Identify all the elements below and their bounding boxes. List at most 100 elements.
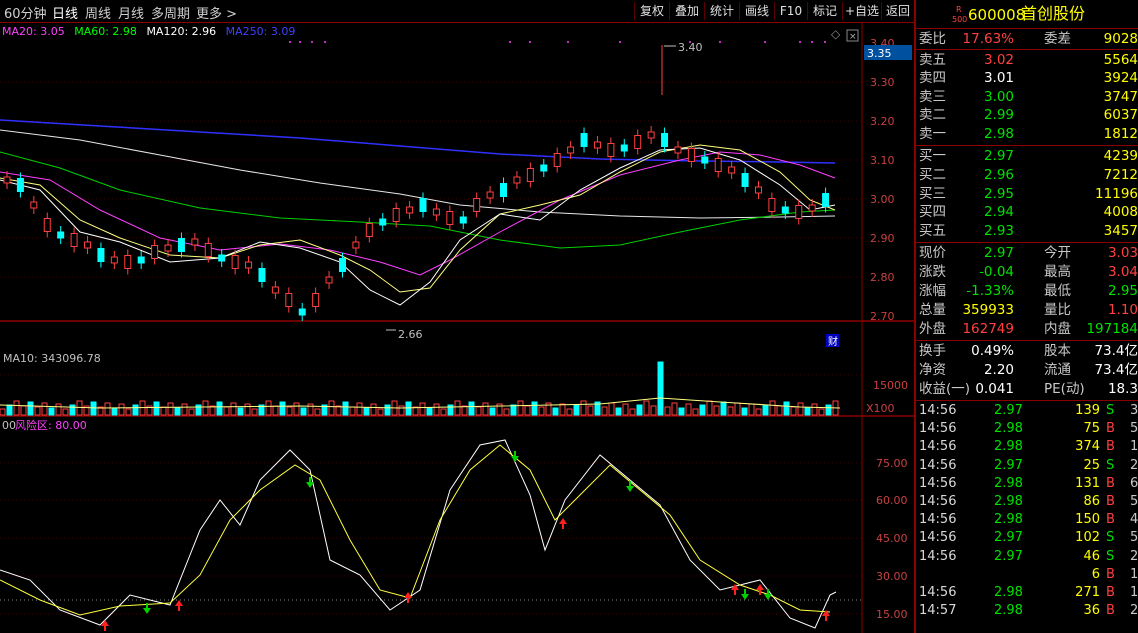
period-monthly-tab[interactable]: 月线 (118, 3, 144, 22)
bid-row-2[interactable]: 买二 2.96 7212 (916, 166, 1138, 184)
volume-bar (475, 406, 482, 416)
ask-label: 卖四 (919, 70, 946, 86)
f10-button[interactable]: F10 (774, 2, 807, 20)
stat-value: -1.33% (966, 283, 1014, 299)
ask-price: 2.99 (983, 107, 1014, 123)
candle-body (84, 241, 92, 249)
chevron-right-icon: > (222, 7, 238, 22)
kline-chart[interactable]: 3.40 3.30 3.20 3.10 3.00 2.90 2.80 2.70 … (0, 22, 914, 633)
volume-bar (0, 408, 6, 416)
bid-price: 2.97 (983, 148, 1014, 164)
add-favorite-button[interactable]: +自选 (842, 2, 881, 20)
bid-row-3[interactable]: 买三 2.95 11196 (916, 185, 1138, 203)
volume-bar (300, 407, 307, 416)
volume-bar (62, 408, 69, 416)
ma10-line (0, 144, 836, 293)
volume-bar (797, 402, 804, 416)
ask-volume: 1812 (1103, 126, 1138, 142)
tick-count: 5 (1130, 494, 1138, 509)
tick-time: 14:56 (919, 512, 957, 528)
chart-toolbar: 60分钟 日线 周线 月线 多周期 更多 > 复权 叠加 统计 画线 F10 标… (0, 0, 914, 23)
sell-arrows (143, 451, 772, 614)
volume-bar (104, 402, 111, 416)
volume-bar (573, 404, 580, 416)
candle-body (741, 173, 749, 187)
tick-row: 14:56 2.98 75 B 5 (916, 420, 1138, 438)
candle-body (473, 198, 481, 212)
volume-bar (13, 400, 20, 416)
candle-body (312, 293, 320, 307)
stock-code: 600008 (968, 6, 1026, 24)
volume-bar (230, 402, 237, 416)
volume-bar (328, 400, 335, 416)
ask-label: 卖二 (919, 107, 946, 123)
ask-row-5[interactable]: 卖五 3.02 5564 (916, 51, 1138, 69)
drawing-button[interactable]: 画线 (739, 2, 774, 20)
overlay-button[interactable]: 叠加 (669, 2, 704, 20)
tick-count: 2 (1130, 603, 1138, 619)
volume-bar (692, 408, 699, 416)
volume-bar (202, 400, 209, 416)
indicator-tick: 60.00 (876, 494, 908, 507)
multi-period-tab[interactable]: 多周期 (151, 3, 190, 22)
back-button[interactable]: 返回 (881, 2, 914, 20)
bid-price: 2.94 (983, 204, 1014, 220)
diamond-icon[interactable]: ◇ (831, 27, 841, 41)
tick-row: 14:56 2.98 271 B 15 (916, 584, 1138, 602)
candle-body (338, 258, 346, 272)
volume-bar (727, 406, 734, 416)
stat-label: 换手 (919, 343, 946, 359)
ask-price: 3.00 (983, 89, 1014, 105)
tick-row: 6B1 (916, 566, 1138, 584)
stat2-row: 净资 2.20 流通 73.4亿 (916, 361, 1138, 379)
stat2-row: 收益(一) 0.041 PE(动) 18.3 (916, 380, 1138, 398)
stat-label: 涨幅 (919, 283, 946, 299)
tick-time: 14:56 (919, 439, 957, 455)
candle-body (191, 238, 199, 246)
candles (3, 126, 830, 321)
bid-label: 买二 (919, 167, 946, 183)
signal-dots (289, 41, 826, 43)
tick-volume: 86 (1083, 494, 1100, 509)
more-menu[interactable]: 更多 > (196, 3, 237, 22)
candle-body (687, 148, 695, 162)
volume-unit: X100 (866, 402, 895, 415)
ask-row-1[interactable]: 卖一 2.98 1812 (916, 125, 1138, 143)
period-weekly-tab[interactable]: 周线 (85, 3, 111, 22)
weicha-label: 委差 (1044, 31, 1071, 47)
period-60min-tab[interactable]: 60分钟 (4, 3, 47, 22)
bid-volume: 7212 (1103, 167, 1138, 183)
candle-body (634, 135, 642, 149)
low-label: 2.66 (398, 328, 423, 341)
candle-body (661, 133, 669, 147)
price-tick: 3.00 (870, 193, 895, 206)
ask-row-3[interactable]: 卖三 3.00 3747 (916, 88, 1138, 106)
ask-row-4[interactable]: 卖四 3.01 3924 (916, 69, 1138, 87)
tick-price: 2.97 (994, 548, 1023, 564)
volume-bar (370, 403, 377, 416)
bid-row-4[interactable]: 买四 2.94 4008 (916, 203, 1138, 221)
volume-bar (251, 408, 258, 416)
volume-bar (804, 407, 811, 416)
tick-row: 14:56 2.98 374 B 13 (916, 438, 1138, 456)
bid-row-5[interactable]: 买五 2.93 3457 (916, 222, 1138, 240)
tick-row: 14:56 2.97 46 S 2 (916, 548, 1138, 566)
ask-row-2[interactable]: 卖二 2.99 6037 (916, 106, 1138, 124)
volume-bar (629, 408, 636, 416)
volume-bar (587, 405, 594, 416)
statistics-button[interactable]: 统计 (704, 2, 739, 20)
volume-bar (678, 407, 685, 416)
ask-volume: 3747 (1103, 89, 1138, 105)
weibi-label: 委比 (919, 31, 946, 47)
period-daily-tab[interactable]: 日线 (52, 3, 78, 22)
bid-row-1[interactable]: 买一 2.97 4239 (916, 147, 1138, 165)
indicator-tick: 75.00 (876, 457, 908, 470)
candle-body (137, 256, 145, 264)
tick-side: B (1106, 585, 1115, 600)
volume-bar (664, 406, 671, 416)
mark-button[interactable]: 标记 (807, 2, 842, 20)
volume-bar (279, 401, 286, 416)
restore-rights-button[interactable]: 复权 (634, 2, 669, 20)
weibi-value: 17.63% (962, 31, 1014, 47)
ask-label: 卖一 (919, 126, 946, 142)
